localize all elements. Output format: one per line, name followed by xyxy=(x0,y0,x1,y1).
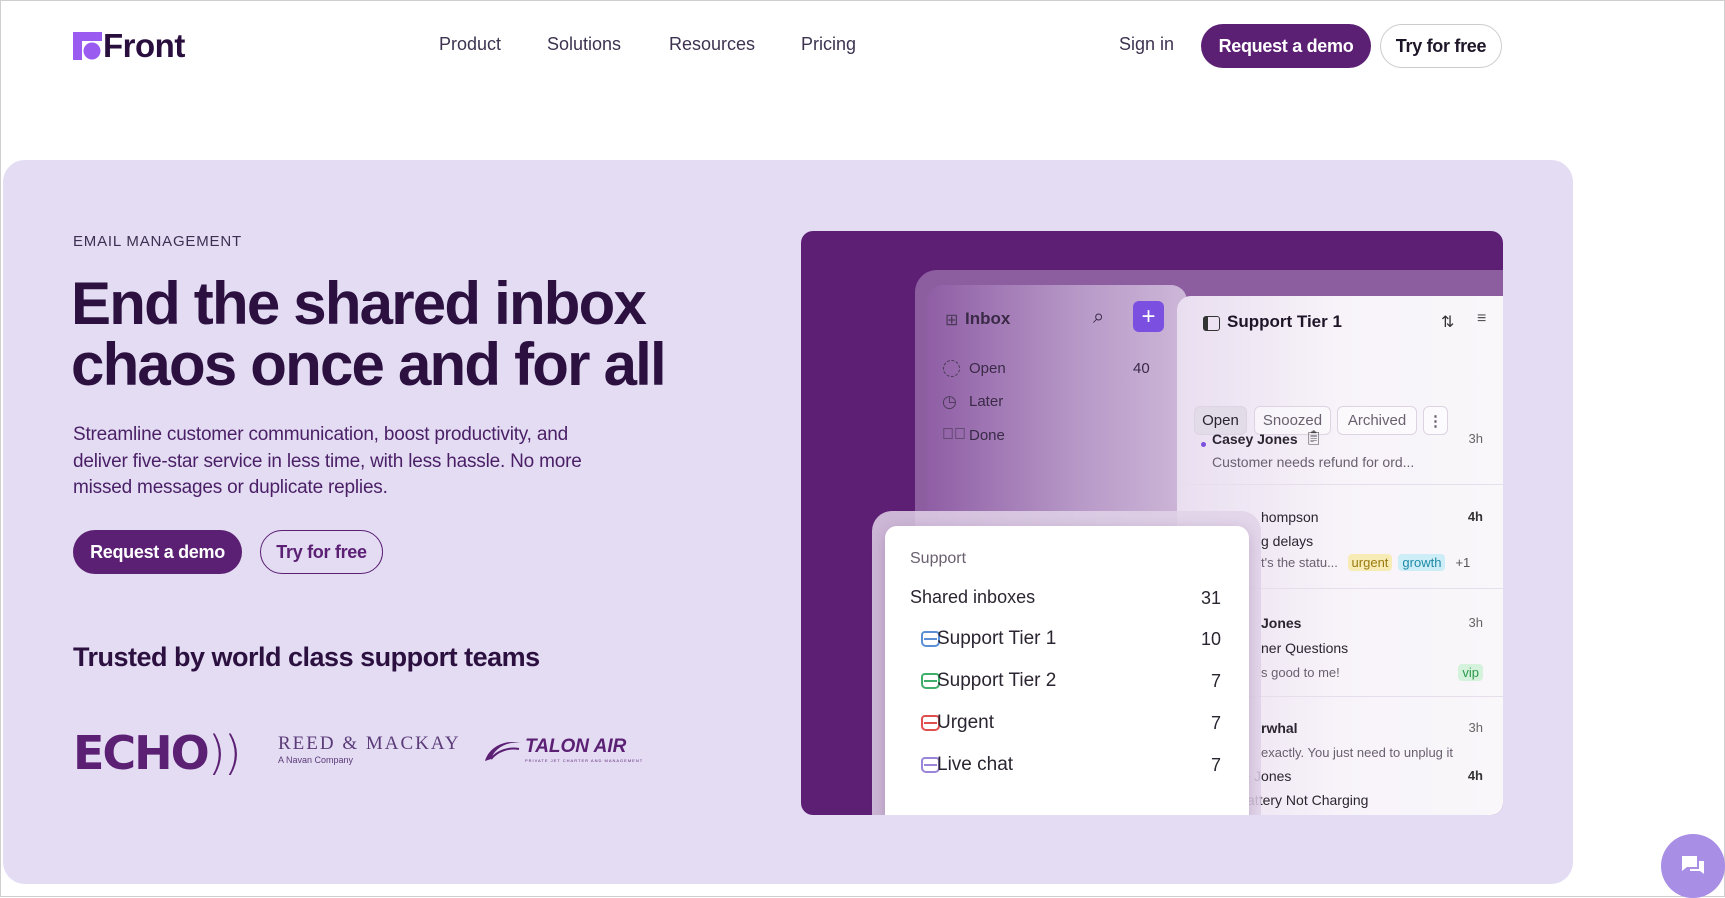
clock-icon: ◷ xyxy=(942,392,957,411)
sidebar-toggle-icon[interactable] xyxy=(1203,316,1220,331)
front-logo-icon xyxy=(73,32,102,60)
hero-title: End the shared inbox chaos once and for … xyxy=(71,270,667,398)
filter-icon[interactable]: ≡ xyxy=(1477,310,1486,328)
echo-logo-text: ECHO xyxy=(73,726,210,780)
popup-item-label: Live chat xyxy=(937,754,1014,775)
reed-mackay-text: REED & MACKAY xyxy=(278,733,461,754)
reed-mackay-logo: REED & MACKAY A Navan Company xyxy=(278,733,461,765)
row-time: 4h xyxy=(1467,509,1483,524)
row-time: 3h xyxy=(1468,615,1483,630)
shared-inboxes-label[interactable]: Shared inboxes xyxy=(910,587,1035,608)
talon-swoosh-icon xyxy=(485,741,521,761)
tab-archived[interactable]: Archived xyxy=(1337,406,1417,435)
row-preview-line: t's the statu... urgent growth +1 xyxy=(1261,554,1474,571)
row-time: 3h xyxy=(1468,720,1483,735)
compose-button[interactable]: + xyxy=(1133,301,1164,332)
tag-growth: growth xyxy=(1398,554,1446,571)
nav-solutions[interactable]: Solutions xyxy=(547,34,621,55)
product-mockup: ⊞ Inbox ⌕ + Open 40 ◷ Later ✓⃝ Done Supp… xyxy=(801,231,1503,815)
tag-more: +1 xyxy=(1455,555,1471,570)
row-subject: ner Questions xyxy=(1261,640,1349,656)
row-time: 4h xyxy=(1467,768,1483,783)
row-name: Casey Jones xyxy=(1212,431,1298,447)
popup-item-count: 7 xyxy=(1210,755,1221,775)
popup-item-count: 7 xyxy=(1210,671,1221,691)
popup-section-label: Support xyxy=(910,550,967,567)
shared-inboxes-count: 31 xyxy=(1200,588,1221,608)
row-preview: Customer needs refund for ord... xyxy=(1212,454,1415,470)
search-icon[interactable]: ⌕ xyxy=(1093,306,1104,329)
popup-item-count: 10 xyxy=(1200,629,1221,649)
open-count: 40 xyxy=(1133,360,1150,377)
popup-item-count: 7 xyxy=(1210,713,1221,733)
row-name: rwhal xyxy=(1261,720,1298,736)
talon-air-sub: PRIVATE JET CHARTER AND MANAGEMENT xyxy=(525,758,644,763)
divider xyxy=(1177,484,1503,485)
sidebar-title: Inbox xyxy=(965,309,1011,328)
echo-logo: ECHO)) xyxy=(73,726,242,780)
row-preview: t's the statu... xyxy=(1261,555,1338,570)
row-subject: g delays xyxy=(1261,533,1314,549)
hero-request-demo-button[interactable]: Request a demo xyxy=(73,530,242,574)
sidebar-item-later[interactable]: Later xyxy=(969,393,1003,410)
eyebrow: EMAIL MANAGEMENT xyxy=(73,233,242,250)
sidebar-item-open[interactable]: Open xyxy=(969,360,1006,377)
header-request-demo-button[interactable]: Request a demo xyxy=(1201,24,1371,68)
panel-title: Support Tier 1 xyxy=(1227,312,1342,331)
popup-item-label: Support Tier 2 xyxy=(937,670,1057,691)
unread-dot xyxy=(1201,442,1206,447)
row-name: hompson xyxy=(1261,509,1319,525)
inbox-popup: Support Shared inboxes 31 Support Tier 1… xyxy=(872,511,1261,815)
hero-description: Streamline customer communication, boost… xyxy=(73,424,582,498)
hero-try-free-button[interactable]: Try for free xyxy=(260,530,383,574)
check-circle-icon: ✓⃝ xyxy=(942,426,966,443)
row-preview: s good to me! xyxy=(1261,665,1340,680)
clipboard-icon: 📋︎ xyxy=(1305,429,1323,445)
tag-urgent: urgent xyxy=(1347,554,1393,571)
reed-mackay-sub: A Navan Company xyxy=(278,755,354,765)
inbox-popup-card: Support Shared inboxes 31 Support Tier 1… xyxy=(885,526,1249,815)
hero-title-line-1: End the shared inbox xyxy=(71,270,647,337)
more-options-icon[interactable]: ⋮ xyxy=(1423,406,1448,435)
nav-resources[interactable]: Resources xyxy=(669,34,755,55)
nav-pricing[interactable]: Pricing xyxy=(801,34,856,55)
sidebar-item-done[interactable]: Done xyxy=(969,427,1005,444)
chat-widget-button[interactable] xyxy=(1661,834,1725,898)
nav-product[interactable]: Product xyxy=(439,34,501,55)
logo-text: Front xyxy=(103,27,185,64)
open-icon xyxy=(943,360,960,377)
row-time: 3h xyxy=(1468,431,1483,446)
header-try-free-button[interactable]: Try for free xyxy=(1380,24,1502,68)
sign-in-link[interactable]: Sign in xyxy=(1119,34,1174,55)
grid-icon: ⊞ xyxy=(945,312,959,329)
talon-air-text: TALON AIR xyxy=(525,736,627,757)
chat-bubbles-icon xyxy=(1682,856,1704,874)
trusted-heading: Trusted by world class support teams xyxy=(73,642,540,672)
row-preview: exactly. You just need to unplug it xyxy=(1261,745,1454,760)
logo[interactable]: Front xyxy=(73,27,185,64)
popup-item-label: Support Tier 1 xyxy=(937,628,1057,649)
hero-title-line-2: chaos once and for all xyxy=(71,331,667,398)
popup-item-label: Urgent xyxy=(937,712,995,733)
sort-icon[interactable]: ⇅ xyxy=(1441,312,1454,332)
tag-vip: vip xyxy=(1458,664,1483,681)
talon-air-logo: TALON AIR PRIVATE JET CHARTER AND MANAGE… xyxy=(483,736,643,763)
row-name: Jones xyxy=(1261,615,1302,631)
